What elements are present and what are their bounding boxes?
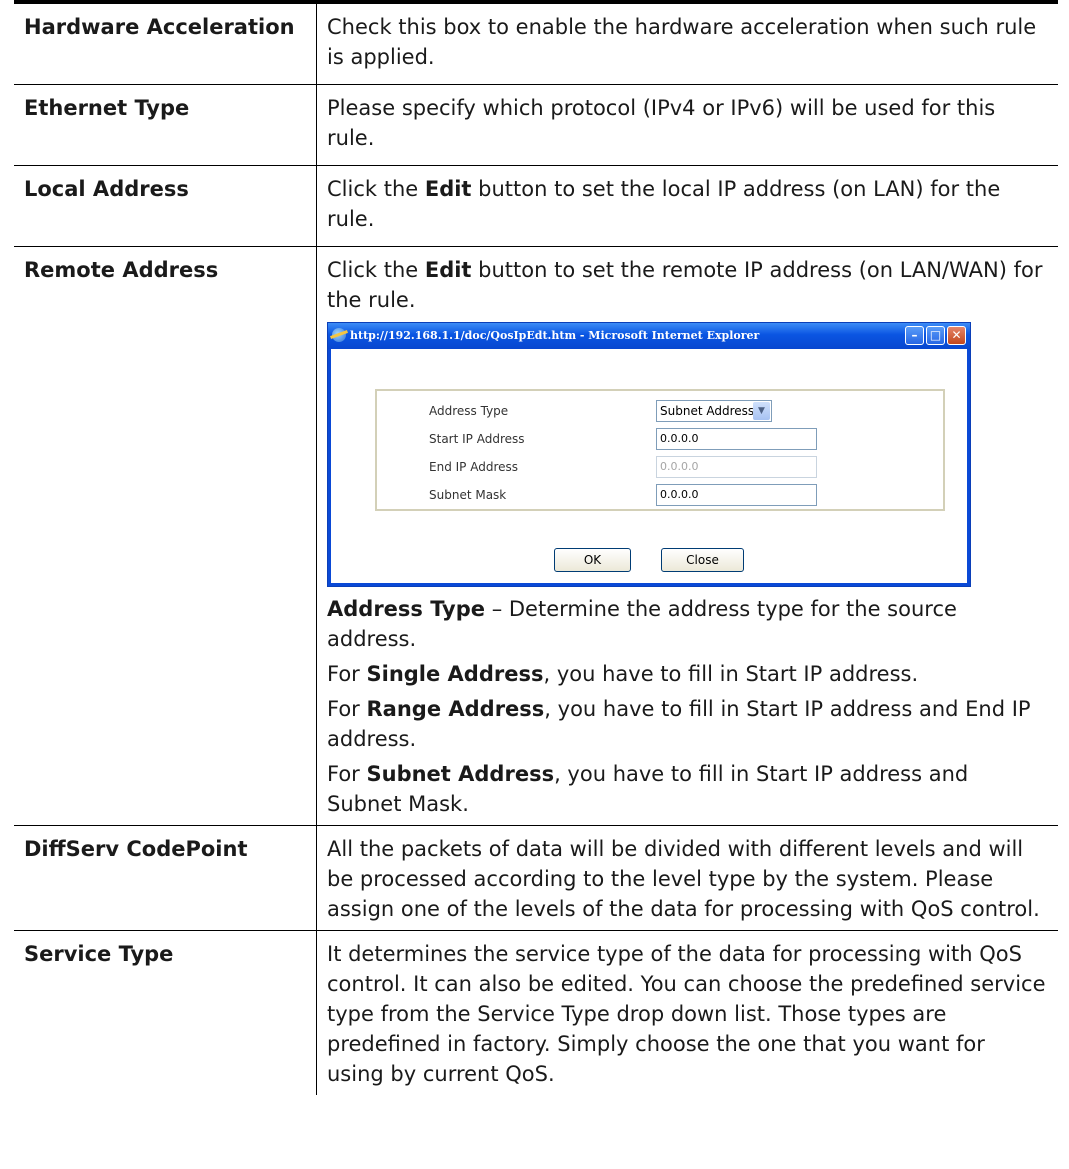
table-row: DiffServ CodePoint All the packets of da…	[14, 825, 1058, 931]
row-key: Local Address	[14, 165, 317, 247]
row-key: Service Type	[14, 930, 317, 1095]
table-row: Remote Address Click the Edit button to …	[14, 246, 1058, 826]
minimize-icon[interactable]: –	[905, 326, 924, 345]
close-icon[interactable]: ✕	[947, 326, 966, 345]
window-title: http://192.168.1.1/doc/QosIpEdt.htm - Mi…	[350, 329, 760, 342]
edit-term: Edit	[424, 177, 472, 201]
description-text: Please specify which protocol (IPv4 or I…	[327, 96, 996, 150]
subnet-mask-input[interactable]: 0.0.0.0	[656, 484, 817, 506]
ie-logo-icon	[332, 328, 346, 342]
text-fragment: Click the	[327, 177, 425, 201]
row-description: It determines the service type of the da…	[317, 931, 1059, 1096]
address-type-note: Address Type – Determine the address typ…	[327, 594, 1048, 654]
row-key: Remote Address	[14, 246, 317, 826]
ie-popup-window: http://192.168.1.1/doc/QosIpEdt.htm - Mi…	[327, 322, 971, 587]
address-type-select[interactable]: Subnet Address ▼	[656, 400, 772, 422]
range-address-note: For Range Address, you have to fill in S…	[327, 694, 1048, 754]
ok-button[interactable]: OK	[554, 548, 631, 572]
description-text: It determines the service type of the da…	[327, 942, 1046, 1086]
window-content: Address Type Subnet Address ▼ Start IP A…	[331, 349, 967, 583]
term: Address Type	[327, 597, 486, 621]
end-ip-input[interactable]: 0.0.0.0	[656, 456, 817, 478]
description-text: All the packets of data will be divided …	[327, 837, 1040, 921]
row-description: Click the Edit button to set the remote …	[316, 246, 1058, 826]
term: Range Address	[366, 697, 545, 721]
subnet-address-note: For Subnet Address, you have to fill in …	[327, 759, 1048, 819]
table-row: Local Address Click the Edit button to s…	[14, 165, 1058, 247]
end-ip-label: End IP Address	[429, 460, 518, 474]
window-title-bar: http://192.168.1.1/doc/QosIpEdt.htm - Mi…	[328, 323, 970, 349]
row-description: Please specify which protocol (IPv4 or I…	[316, 84, 1058, 166]
chevron-down-icon[interactable]: ▼	[753, 402, 770, 420]
text-fragment: For	[327, 662, 367, 686]
address-type-value: Subnet Address	[660, 404, 755, 418]
table-row: Hardware Acceleration Check this box to …	[14, 2, 1058, 85]
start-ip-label: Start IP Address	[429, 432, 525, 446]
parameter-table: Hardware Acceleration Check this box to …	[14, 0, 1058, 1095]
row-key: DiffServ CodePoint	[14, 825, 317, 931]
address-form-frame: Address Type Subnet Address ▼ Start IP A…	[375, 389, 945, 511]
table-row: Service Type It determines the service t…	[14, 930, 1059, 1096]
row-description: All the packets of data will be divided …	[316, 825, 1058, 931]
row-description: Click the Edit button to set the local I…	[316, 165, 1058, 247]
text-fragment: For	[327, 697, 367, 721]
start-ip-input[interactable]: 0.0.0.0	[656, 428, 817, 450]
table-row: Ethernet Type Please specify which proto…	[14, 84, 1058, 166]
subnet-mask-label: Subnet Mask	[429, 488, 507, 502]
address-type-label: Address Type	[429, 404, 509, 418]
text-fragment: Click the	[327, 258, 425, 282]
text-fragment: For	[327, 762, 367, 786]
maximize-icon[interactable]: □	[926, 326, 945, 345]
row-key: Ethernet Type	[14, 84, 317, 166]
description-text: Click the Edit button to set the local I…	[327, 174, 1048, 234]
term: Single Address	[366, 662, 544, 686]
close-button[interactable]: Close	[661, 548, 744, 572]
single-address-note: For Single Address, you have to fill in …	[327, 659, 1048, 689]
term: Subnet Address	[366, 762, 555, 786]
description-text: Check this box to enable the hardware ac…	[327, 15, 1037, 69]
window-controls: – □ ✕	[905, 326, 966, 345]
row-description: Check this box to enable the hardware ac…	[316, 2, 1058, 85]
row-key: Hardware Acceleration	[14, 2, 317, 85]
description-text: Click the Edit button to set the remote …	[327, 255, 1048, 315]
edit-term: Edit	[424, 258, 472, 282]
text-fragment: , you have to fill in Start IP address.	[543, 662, 919, 686]
